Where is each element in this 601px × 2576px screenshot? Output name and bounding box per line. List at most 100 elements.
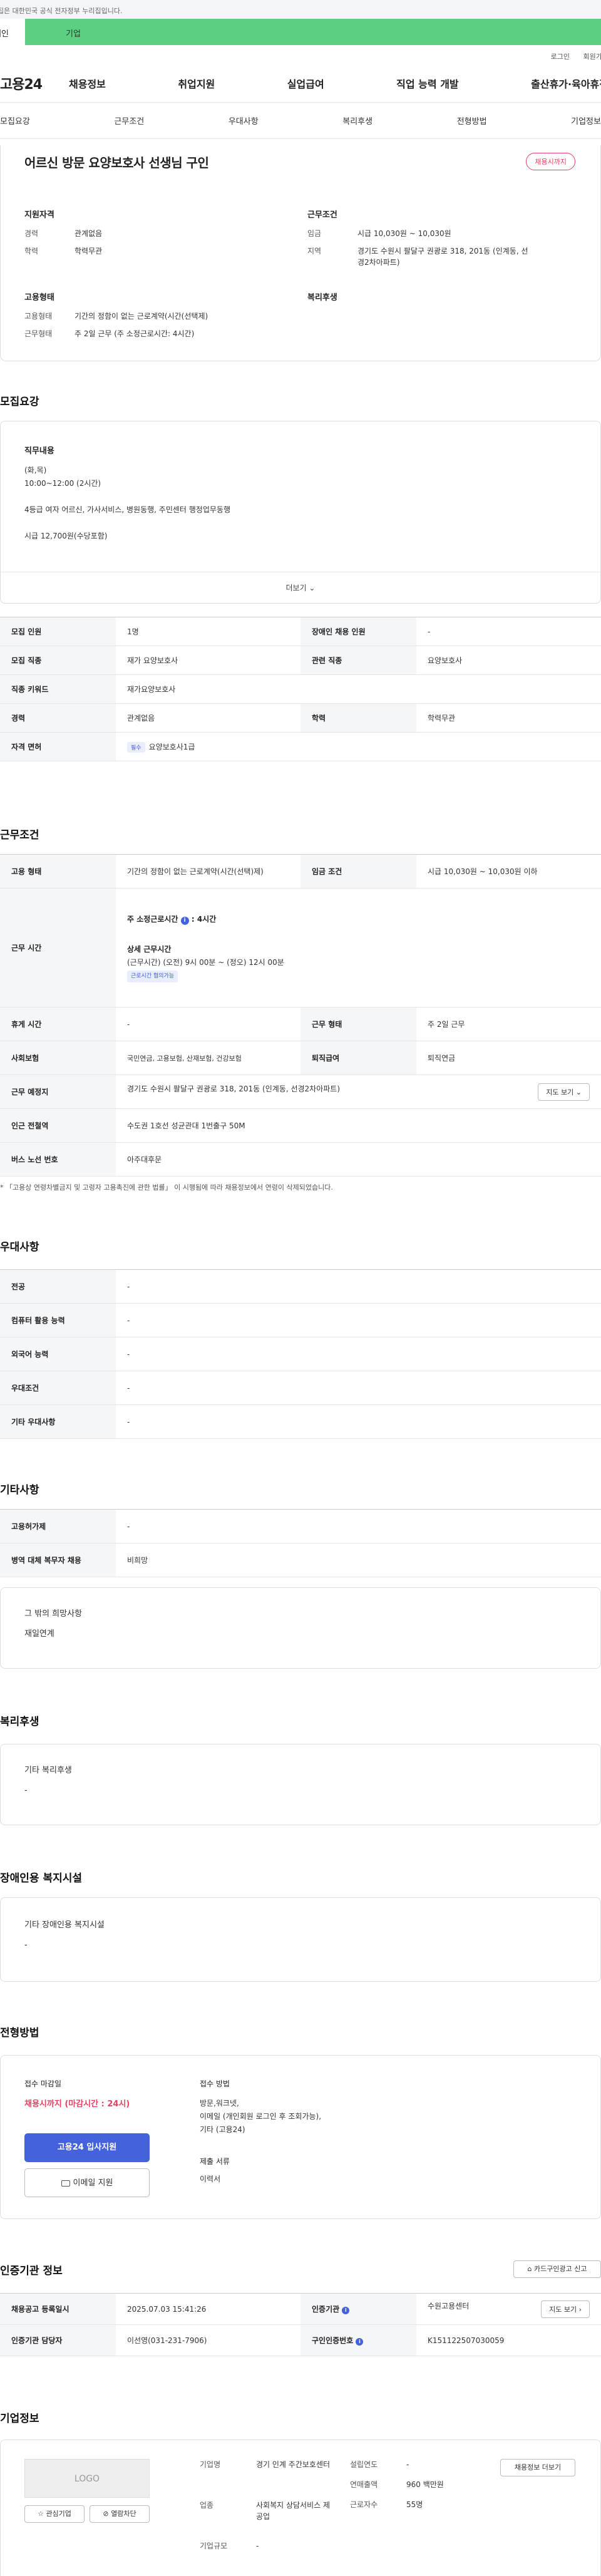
row-value: 기간의 정함이 없는 근로계약(시간(선택)제) (116, 854, 300, 889)
favorite-company-button[interactable]: ☆ 관심기업 (24, 2505, 85, 2523)
map-view-button[interactable]: 지도 보기 ⌄ (538, 1083, 590, 1101)
table-row: 사회보험 국민연금, 고용보험, 산재보험, 건강보험 퇴직급여 퇴직연금 (0, 1041, 601, 1075)
table-row: 고용 형태 기간의 정함이 없는 근로계약(시간(선택)제) 임금 조건 시급 … (0, 854, 601, 889)
info-icon[interactable]: i (356, 2338, 364, 2346)
nav-employment-support[interactable]: 취업지원 (178, 76, 215, 91)
more-button[interactable]: 더보기 ⌄ (1, 572, 600, 603)
table-row: 우대조건 - (0, 1371, 601, 1405)
company-section-title: 기업정보 (0, 2413, 39, 2425)
summary-education: 학력 학력무관 (24, 247, 103, 255)
row-value: - (116, 1509, 601, 1543)
docs-label: 제출 서류 (200, 2157, 230, 2166)
method-section-title: 전형방법 (0, 2027, 39, 2039)
deadline-value: 채용시까지 (마감시간 : 24시) (24, 2099, 130, 2109)
row-value: - (116, 1371, 601, 1405)
tab-personal[interactable]: 개인 (0, 19, 25, 45)
tab-work[interactable]: 근무조건 (114, 115, 144, 126)
nav-parental-leave[interactable]: 출산휴가·육아휴직 (531, 76, 601, 91)
table-row: 모집 인원 1명 장애인 채용 인원 - (0, 617, 601, 646)
block-view-button[interactable]: ⊘ 열람차단 (90, 2505, 150, 2523)
sales-value: 960 백만원 (406, 2480, 444, 2489)
table-row: 모집 직종 재가 요양보호사 관련 직종 요양보호사 (0, 646, 601, 675)
summary-region: 지역 경기도 수원시 팔달구 권광로 318, 201동 (인계동, 선경2차아파… (307, 247, 528, 267)
disabled-section-title: 장애인용 복지시설 (0, 1872, 83, 1885)
welfare-section-title: 복리후생 (0, 1716, 39, 1728)
nav-jobs[interactable]: 채용정보 (69, 76, 106, 91)
welfare-box-value: - (24, 1786, 28, 1795)
row-label: 고용 형태 (0, 854, 116, 889)
table-row: 인근 전철역 수도권 1호선 성균관대 1번출구 50M (0, 1108, 601, 1143)
table-row: 근무 예정지 경기도 수원시 팔달구 권광로 318, 201동 (인계동, 선… (0, 1074, 601, 1109)
table-row: 전공 - (0, 1269, 601, 1304)
more-jobs-button[interactable]: 채용정보 더보기 (500, 2459, 575, 2476)
email-apply-button[interactable]: 이메일 지원 (24, 2168, 150, 2197)
job-title: 어르신 방문 요양보호사 선생님 구인 (24, 155, 209, 170)
nav-skills-development[interactable]: 직업 능력 개발 (396, 76, 458, 91)
row-value: - (116, 1007, 300, 1041)
table-row: 고용허가제 - (0, 1509, 601, 1543)
row-label: 사회보험 (0, 1041, 116, 1075)
table-row: 외국어 능력 - (0, 1337, 601, 1371)
employment-heading: 고용형태 (24, 293, 54, 302)
tab-business[interactable]: 기업 (25, 19, 601, 45)
nav-unemployment-benefit[interactable]: 실업급여 (287, 76, 324, 91)
row-value: 2025.07.03 15:41:26 (116, 2293, 300, 2325)
table-row: 병역 대체 복무자 채용 비희망 (0, 1543, 601, 1577)
summary-shift: 근무형태 주 2일 근무 (주 소정근로시간: 4시간) (24, 329, 195, 338)
row-label: 고용허가제 (0, 1509, 116, 1543)
tab-pref[interactable]: 우대사항 (229, 115, 259, 126)
utility-links: 로그인 회원가입 (0, 45, 601, 64)
section-tabs: 모집요강 근무조건 우대사항 복리후생 전형방법 기업정보 (0, 103, 601, 139)
row-value: K151122507030059 (416, 2324, 601, 2356)
row-label: 우대조건 (0, 1371, 116, 1405)
hope-value: 재일연계 (24, 1629, 54, 1639)
row-label: 모집 인원 (0, 617, 116, 646)
row-value: 수원고용센터 지도 보기 › (416, 2293, 601, 2325)
row-label: 관련 직종 (300, 646, 416, 675)
row-label: 전공 (0, 1269, 116, 1304)
row-value: - (416, 617, 601, 646)
info-icon[interactable]: i (180, 916, 189, 925)
org-map-button[interactable]: 지도 보기 › (541, 2300, 590, 2318)
login-link[interactable]: 로그인 (551, 53, 570, 61)
size-label: 기업규모 (200, 2542, 228, 2550)
row-value: 주 2일 근무 (416, 1007, 601, 1041)
tab-method[interactable]: 전형방법 (457, 115, 487, 126)
row-value: 경기도 수원시 팔달구 권광로 318, 201동 (인계동, 선경2차아파트)… (116, 1074, 601, 1109)
row-label: 기타 우대사항 (0, 1404, 116, 1439)
disabled-box: 기타 장애인용 복지시설 - (0, 1897, 601, 1982)
signup-link[interactable]: 회원가입 (583, 53, 601, 61)
method-value: 방문,워크넷, 이메일 (개인회원 로그인 후 조회가능), 기타 (고용24) (200, 2099, 322, 2134)
row-label: 인증기관 i (300, 2293, 416, 2325)
row-label: 임금 조건 (300, 854, 416, 889)
apply-button[interactable]: 고용24 입사지원 (24, 2133, 150, 2162)
home-icon: ⌂ (527, 2265, 534, 2273)
site-logo[interactable]: 고용24 (0, 73, 69, 93)
gov-notice-bar: 이 누리집은 대한민국 공식 전자정부 누리집입니다. (0, 0, 601, 19)
tab-recruit[interactable]: 모집요강 (0, 115, 30, 126)
card-report-button[interactable]: ⌂ 카드구인광고 신고 (513, 2260, 601, 2278)
duty-card: 직무내용 (화,목) 10:00~12:00 (2시간) 4등급 여자 어르신,… (0, 421, 601, 604)
row-value: 아주대후문 (116, 1142, 601, 1177)
founded-label: 설립연도 (350, 2460, 378, 2469)
etc-section-title: 기타사항 (0, 1484, 39, 1497)
row-label: 장애인 채용 인원 (300, 617, 416, 646)
etc-table: 고용허가제 - 병역 대체 복무자 채용 비희망 (0, 1509, 601, 1577)
info-icon[interactable]: i (342, 2307, 350, 2314)
company-logo: LOGO (24, 2459, 150, 2498)
tab-welfare[interactable]: 복리후생 (342, 115, 372, 126)
table-row: 컴퓨터 활용 능력 - (0, 1303, 601, 1337)
disabled-box-title: 기타 장애인용 복지시설 (24, 1920, 105, 1930)
row-value: 재가 요양보호사 (116, 646, 300, 675)
employees-label: 근로자수 (350, 2500, 378, 2509)
row-label: 구인인증번호 i (300, 2324, 416, 2356)
welfare-box: 기타 복리후생 - (0, 1744, 601, 1825)
row-label: 인근 전철역 (0, 1108, 116, 1143)
tab-company[interactable]: 기업정보 (571, 115, 601, 126)
table-row: 채용공고 등록일시 2025.07.03 15:41:26 인증기관 i 수원고… (0, 2293, 601, 2325)
row-value: 비희망 (116, 1543, 601, 1577)
row-label: 근무 형태 (300, 1007, 416, 1041)
job-summary-card: 어르신 방문 요양보호사 선생님 구인 채용시까지 지원자격 경력 관계없음 학력… (0, 145, 601, 361)
row-label: 버스 노선 번호 (0, 1142, 116, 1177)
row-value: 재가요양보호사 (116, 674, 601, 704)
